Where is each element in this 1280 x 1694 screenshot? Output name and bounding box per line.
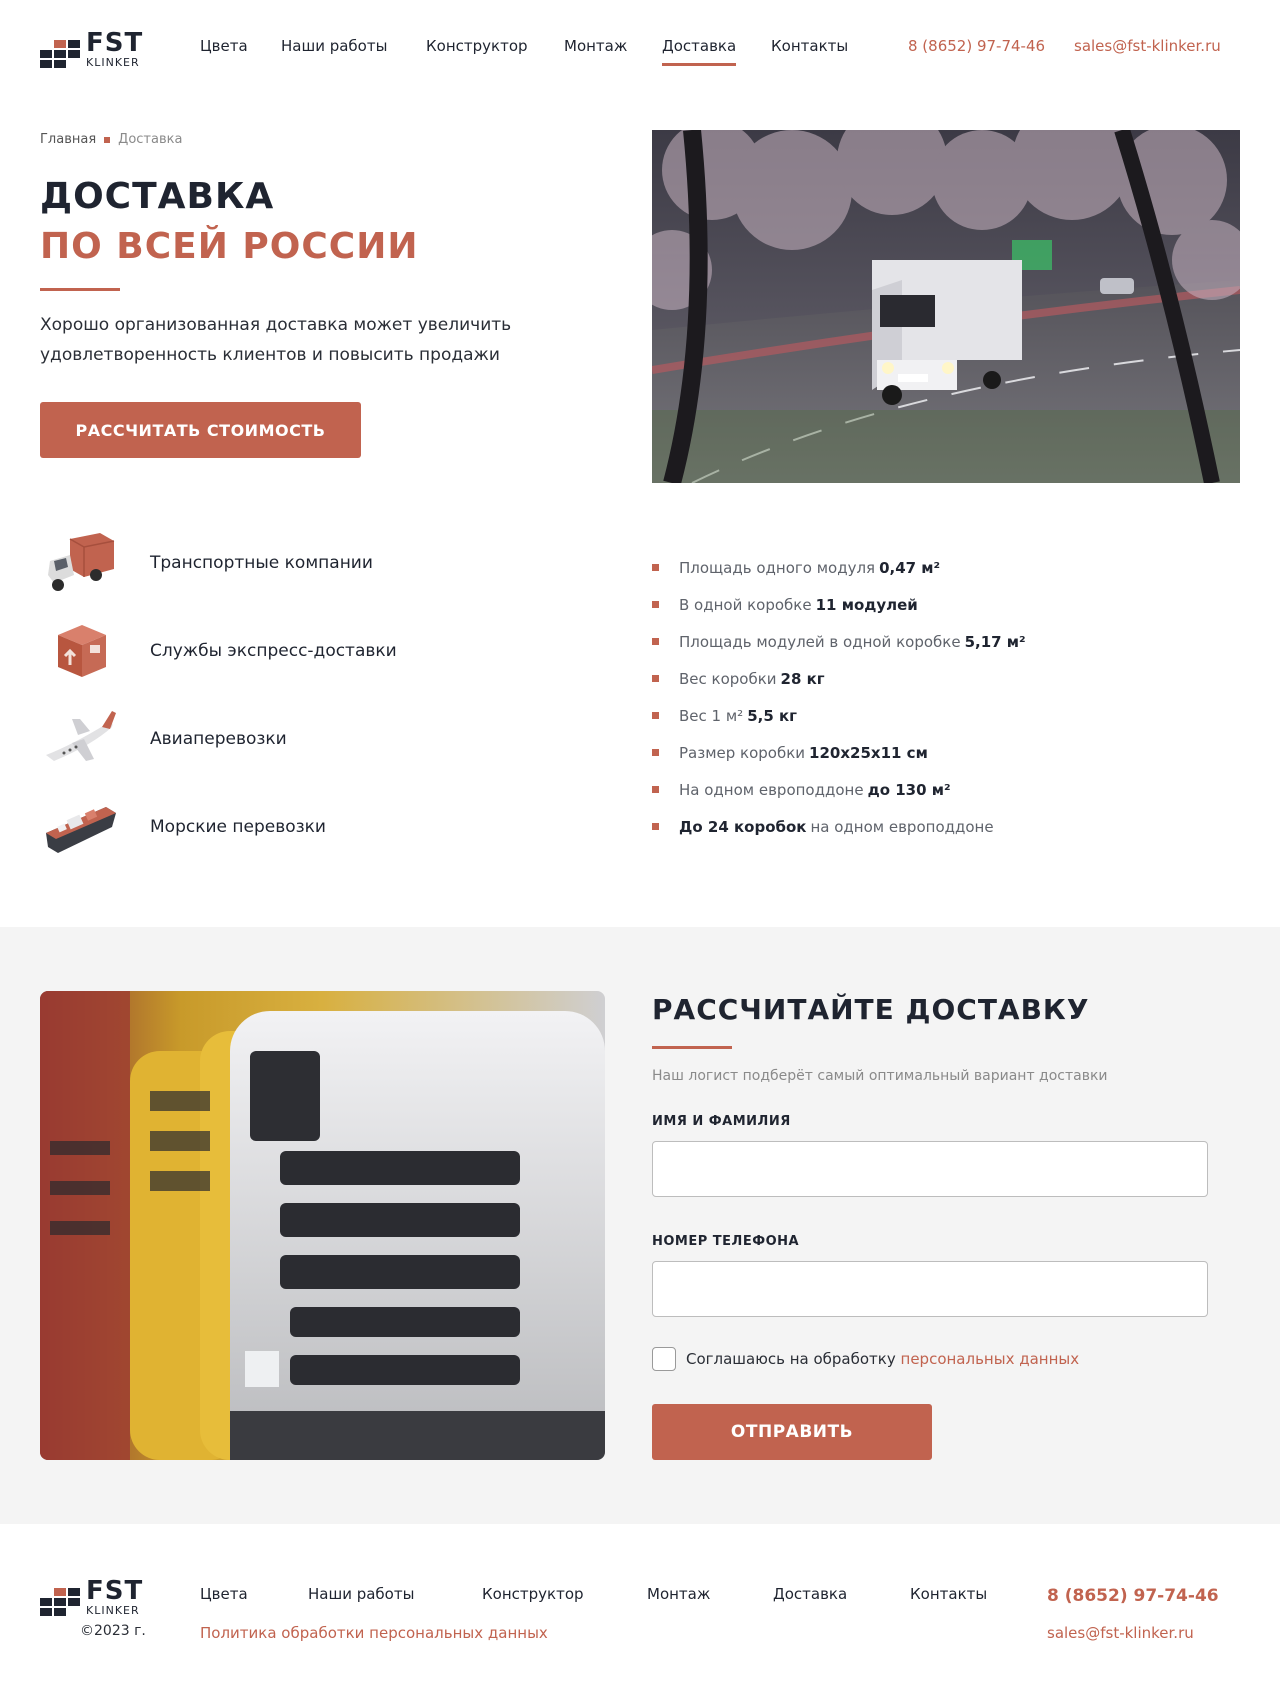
- delivery-method-label: Авиаперевозки: [150, 729, 287, 749]
- breadcrumb-home[interactable]: Главная: [40, 132, 96, 147]
- footer-email-link[interactable]: sales@fst-klinker.ru: [1047, 1624, 1194, 1642]
- phone-field-label: НОМЕР ТЕЛЕФОНА: [652, 1234, 800, 1249]
- footer-nav-delivery[interactable]: Доставка: [773, 1585, 847, 1603]
- breadcrumb-current: Доставка: [118, 132, 183, 147]
- logo-subname: KLINKER: [86, 1604, 140, 1617]
- header-phone-link[interactable]: 8 (8652) 97-74-46: [908, 37, 1045, 55]
- parcel-box-icon: [40, 611, 120, 691]
- delivery-method-label: Службы экспресс-доставки: [150, 641, 397, 661]
- logo-bricks-icon: [40, 40, 80, 68]
- delivery-method-express: Службы экспресс-доставки: [40, 611, 397, 691]
- name-field[interactable]: [652, 1141, 1208, 1197]
- name-field-label: ИМЯ И ФАМИЛИЯ: [652, 1114, 791, 1129]
- footer-nav-works[interactable]: Наши работы: [308, 1585, 414, 1603]
- footer-nav-constructor[interactable]: Конструктор: [482, 1585, 584, 1603]
- hero-van-photo: [652, 130, 1240, 483]
- footer-logo[interactable]: FST KLINKER: [40, 1578, 143, 1616]
- phone-field[interactable]: [652, 1261, 1208, 1317]
- delivery-method-label: Морские перевозки: [150, 817, 326, 837]
- hero-lead: Хорошо организованная доставка может уве…: [40, 315, 512, 365]
- delivery-method-sea: Морские перевозки: [40, 787, 326, 867]
- logo-subname: KLINKER: [86, 56, 140, 69]
- submit-button[interactable]: ОТПРАВИТЬ: [652, 1404, 932, 1460]
- nav-item-installation[interactable]: Монтаж: [564, 37, 627, 55]
- cargo-ship-icon: [40, 787, 120, 867]
- box-specs-list: Площадь одного модуля 0,47 м² В одной кор…: [652, 549, 1212, 845]
- personal-data-link[interactable]: персональных данных: [901, 1350, 1080, 1368]
- footer-phone-link[interactable]: 8 (8652) 97-74-46: [1047, 1586, 1219, 1606]
- spec-item: Вес 1 м² 5,5 кг: [652, 697, 1212, 734]
- spec-item: Размер коробки 120x25x11 см: [652, 734, 1212, 771]
- delivery-method-air: Авиаперевозки: [40, 699, 287, 779]
- calc-title-underline: [652, 1046, 732, 1049]
- breadcrumb-separator: [104, 136, 111, 143]
- nav-item-contacts[interactable]: Контакты: [771, 37, 848, 55]
- nav-item-delivery[interactable]: Доставка: [662, 37, 737, 66]
- nav-item-colors[interactable]: Цвета: [200, 37, 248, 55]
- spec-item: Вес коробки 28 кг: [652, 660, 1212, 697]
- title-underline: [40, 288, 120, 291]
- calculate-cost-button[interactable]: РАССЧИТАТЬ СТОИМОСТЬ: [40, 402, 361, 458]
- truck-icon: [40, 523, 120, 603]
- footer-nav-colors[interactable]: Цвета: [200, 1585, 248, 1603]
- page-title-line1: ДОСТАВКА: [40, 176, 275, 217]
- calc-title: РАССЧИТАЙТЕ ДОСТАВКУ: [652, 993, 1090, 1026]
- nav-item-constructor[interactable]: Конструктор: [426, 37, 528, 55]
- delivery-method-transport: Транспортные компании: [40, 523, 373, 603]
- spec-item: На одном европоддоне до 130 м²: [652, 771, 1212, 808]
- spec-item: В одной коробке 11 модулей: [652, 586, 1212, 623]
- footer-nav-installation[interactable]: Монтаж: [647, 1585, 710, 1603]
- privacy-policy-link[interactable]: Политика обработки персональных данных: [200, 1624, 548, 1642]
- spec-item: Площадь одного модуля 0,47 м²: [652, 549, 1212, 586]
- consent-text: Соглашаюсь на обработку персональных дан…: [686, 1350, 1079, 1368]
- footer-nav-contacts[interactable]: Контакты: [910, 1585, 987, 1603]
- nav-item-works[interactable]: Наши работы: [281, 37, 387, 55]
- copyright: ©2023 г.: [80, 1623, 146, 1639]
- spec-item: До 24 коробок на одном европоддоне: [652, 808, 1212, 845]
- logo-name: FST: [86, 1576, 144, 1606]
- consent-label: Соглашаюсь на обработку: [686, 1350, 896, 1368]
- spec-item: Площадь модулей в одной коробке 5,17 м²: [652, 623, 1212, 660]
- trucks-photo: [40, 991, 605, 1460]
- airplane-icon: [40, 699, 120, 779]
- header-email-link[interactable]: sales@fst-klinker.ru: [1074, 37, 1221, 55]
- delivery-method-label: Транспортные компании: [150, 553, 373, 573]
- breadcrumb: Главная Доставка: [40, 132, 182, 147]
- logo-bricks-icon: [40, 1588, 80, 1616]
- page-title-line2: ПО ВСЕЙ РОССИИ: [40, 226, 419, 267]
- header-logo[interactable]: FST KLINKER: [40, 30, 143, 68]
- logo-name: FST: [86, 28, 144, 58]
- calc-subtitle: Наш логист подберёт самый оптимальный ва…: [652, 1068, 1108, 1084]
- consent-checkbox[interactable]: [652, 1347, 676, 1371]
